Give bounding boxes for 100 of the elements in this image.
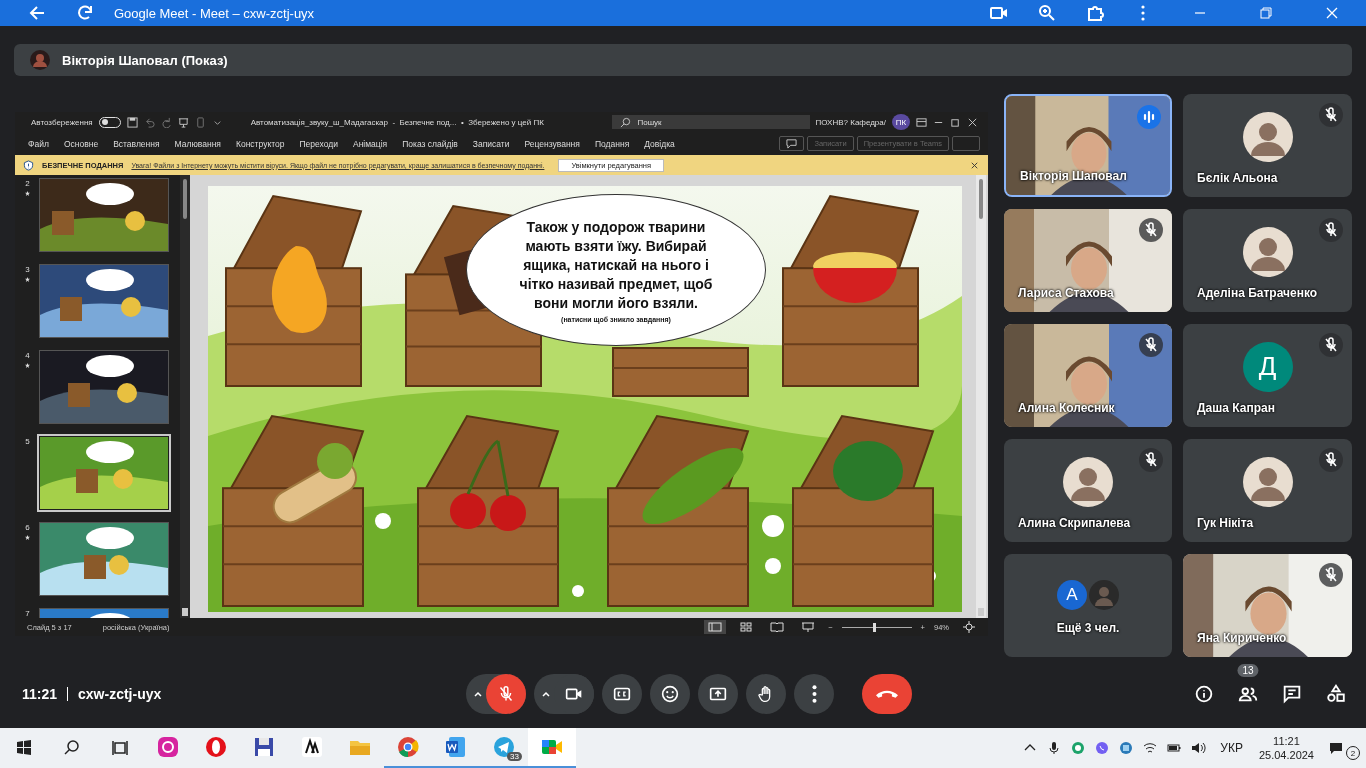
clock[interactable]: 11:21 25.04.2024 — [1258, 734, 1314, 762]
participant-tile[interactable]: Аделіна Батраченко — [1183, 209, 1352, 312]
slide-number: 6 — [25, 523, 30, 532]
menu-tab[interactable]: Основне — [63, 138, 99, 149]
autosave-label: Автозбереження — [31, 117, 93, 127]
menu-tab[interactable]: Малювання — [174, 138, 221, 149]
crate-drawing[interactable] — [225, 194, 363, 387]
scrollbar[interactable] — [180, 175, 190, 618]
search-field[interactable]: Пошук — [611, 115, 810, 129]
mic-muted-icon — [1319, 333, 1343, 357]
slide-thumbnail[interactable] — [40, 179, 168, 251]
menu-tab[interactable]: Довідка — [644, 138, 675, 149]
menu-tab[interactable]: Анімація — [352, 138, 388, 149]
user-avatar — [1063, 456, 1113, 507]
mic-muted-icon — [1139, 333, 1163, 357]
participant-name: Ещё 3 чел. — [1055, 621, 1121, 635]
user-avatar — [1242, 111, 1293, 162]
speaking-indicator-icon — [1137, 105, 1161, 129]
activities-icon — [1325, 683, 1347, 705]
save-icon[interactable] — [126, 116, 138, 128]
ribbon-display-icon[interactable] — [916, 116, 927, 128]
phone-icon — [876, 689, 898, 699]
slider-thumb[interactable] — [873, 622, 877, 632]
crate-drawing[interactable] — [607, 414, 750, 607]
presenter-name: Вікторія Шаповал (Показ) — [62, 52, 228, 68]
raise-hand-button[interactable] — [746, 674, 786, 714]
mic-muted-icon — [1319, 103, 1343, 127]
scrollbar[interactable] — [976, 175, 986, 618]
document-title: Автоматизація_звуку_ш_Мадагаскар - Безпечне под... • Збережено у цей ПК — [250, 117, 544, 127]
zoom-icon[interactable] — [1037, 3, 1057, 23]
menu-tab[interactable]: Рецензування — [524, 138, 580, 149]
slideshow-icon[interactable] — [177, 116, 189, 128]
device-icon[interactable] — [194, 116, 206, 128]
clock-time: 11:21 — [1273, 734, 1300, 748]
normal-view-icon[interactable] — [704, 620, 727, 634]
slide-thumbnail[interactable] — [40, 437, 168, 509]
present-button[interactable] — [698, 674, 738, 714]
account-avatar[interactable]: ПК — [892, 114, 910, 130]
unread-badge: 33 — [507, 752, 522, 761]
participant-tile[interactable]: Алина Скрипалева — [1004, 439, 1172, 542]
menu-tab[interactable]: Файл — [28, 138, 49, 149]
participant-name: Аделіна Батраченко — [1197, 286, 1318, 300]
crate-drawing[interactable] — [782, 194, 920, 387]
maximize-icon[interactable] — [950, 116, 961, 128]
participant-tile[interactable]: А Ещё 3 чел. — [1004, 554, 1172, 657]
menu-tab[interactable]: Записати — [472, 138, 510, 149]
menu-tab[interactable]: Вставлення — [113, 138, 160, 149]
slide-number: 3 — [25, 265, 30, 274]
instagram-app-icon — [156, 735, 180, 759]
user-avatar — [30, 50, 50, 70]
notifications-icon[interactable] — [1328, 740, 1344, 756]
slide-thumbnail[interactable] — [40, 265, 168, 337]
leave-call-button[interactable] — [862, 674, 912, 714]
menu-tab[interactable]: Переходи — [299, 138, 338, 149]
participant-name: Даша Капран — [1197, 401, 1275, 415]
info-icon — [1193, 683, 1215, 705]
smiley-icon — [659, 683, 681, 705]
extension-icon[interactable] — [1085, 3, 1105, 23]
slide-number: 5 — [25, 437, 30, 446]
mic-muted-icon — [1319, 563, 1343, 587]
slide-number: 2 — [25, 179, 30, 188]
microphone-button[interactable] — [486, 674, 526, 714]
more-options-button[interactable] — [794, 674, 834, 714]
captions-button[interactable] — [602, 674, 642, 714]
participant-tile[interactable]: Д Даша Капран — [1183, 324, 1352, 427]
participant-tile[interactable]: Гук Нікіта — [1183, 439, 1352, 542]
menu-tab[interactable]: Конструктор — [236, 138, 285, 149]
slide-number: 7 — [25, 609, 30, 618]
crate-drawing[interactable] — [222, 414, 365, 607]
crate-drawing[interactable] — [417, 414, 560, 607]
reactions-button[interactable] — [650, 674, 690, 714]
input-language[interactable]: УКР — [1220, 741, 1243, 755]
participant-count-badge: 13 — [1237, 664, 1259, 677]
redo-icon[interactable] — [160, 116, 172, 128]
comment-icon — [786, 138, 798, 149]
user-avatar — [1089, 579, 1119, 610]
participant-name: Гук Нікіта — [1197, 516, 1254, 530]
slide-thumbnail[interactable] — [40, 523, 168, 595]
meeting-time: 11:21 — [22, 686, 58, 702]
comments-button[interactable] — [779, 136, 805, 151]
crate-drawing[interactable] — [792, 414, 935, 607]
notification-count: 2 — [1346, 746, 1360, 760]
more-icon — [811, 685, 817, 703]
mic-muted-icon — [1319, 448, 1343, 472]
mic-muted-icon — [1319, 218, 1343, 242]
mic-control[interactable] — [466, 674, 526, 714]
word-app-icon — [444, 735, 468, 759]
mic-muted-icon — [1139, 218, 1163, 242]
camera-control[interactable] — [534, 674, 594, 714]
letter-app-icon — [300, 735, 324, 759]
mic-muted-icon — [1139, 448, 1163, 472]
user-avatar — [1242, 226, 1293, 277]
participant-tile[interactable]: Бєлік Альона — [1183, 94, 1352, 197]
menu-tab[interactable]: Подання — [594, 138, 630, 149]
close-icon[interactable] — [967, 116, 978, 128]
user-avatar: Д — [1242, 341, 1293, 392]
menu-tab[interactable]: Показ слайдів — [402, 138, 458, 149]
user-avatar — [1242, 456, 1293, 507]
user-avatar: А — [1057, 579, 1087, 610]
slide-thumbnail[interactable] — [40, 351, 168, 423]
